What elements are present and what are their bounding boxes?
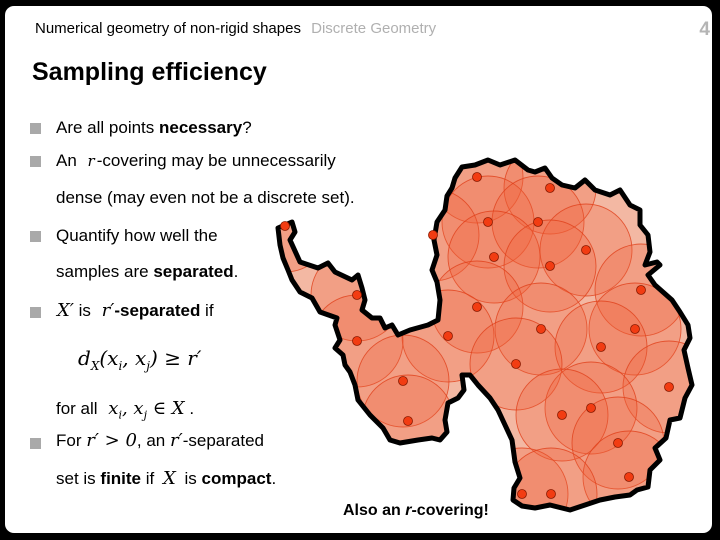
for-all-line: for all xi, xj ∈ X .	[56, 398, 194, 421]
bullet-4: X′ is r′-separated if	[57, 300, 214, 321]
sample-point	[536, 324, 546, 334]
slide-header: Numerical geometry of non-rigid shapes D…	[35, 20, 436, 37]
sample-point	[443, 331, 453, 341]
sample-point	[630, 324, 640, 334]
bullet-marker	[30, 156, 41, 167]
for-all-label: for all	[56, 399, 103, 418]
bullet-text: For	[56, 431, 87, 450]
bullet-text: -separated	[182, 431, 264, 450]
bullet-marker	[30, 307, 41, 318]
sample-point	[472, 302, 482, 312]
sample-point	[664, 382, 674, 392]
bullet-2: An r -covering may be unnecessarily	[56, 151, 336, 171]
bullet-marker	[30, 123, 41, 134]
eq-d: d	[78, 346, 91, 370]
section-title: Discrete Geometry	[311, 20, 437, 37]
bullet-marker	[30, 231, 41, 242]
sample-point	[545, 183, 555, 193]
bullet-bold: separated	[153, 262, 234, 281]
math-r: r	[87, 152, 95, 170]
sample-point	[557, 410, 567, 420]
bullet-text: An	[56, 151, 82, 170]
bullet-text: -covering may be unnecessarily	[96, 151, 336, 170]
sample-point	[624, 472, 634, 482]
bullet-2-line-2: dense (may even not be a discrete set).	[56, 188, 355, 207]
sample-point	[586, 403, 596, 413]
bullet-text: if	[200, 301, 214, 320]
bullet-5: For r′ > 0, an r′-separated	[56, 430, 264, 451]
math-x: X	[162, 468, 176, 489]
math-r-prime: r′	[170, 430, 183, 451]
slide-title: Sampling efficiency	[32, 58, 267, 86]
math-part: .	[184, 399, 195, 418]
sample-point	[517, 489, 527, 499]
bullet-bold: -separated	[114, 301, 201, 320]
sample-point	[545, 261, 555, 271]
sample-point	[352, 336, 362, 346]
caption-text: -covering!	[411, 502, 489, 519]
sample-point	[581, 245, 591, 255]
bullet-bold: finite	[100, 469, 142, 488]
bullet-1: Are all points necessary?	[56, 118, 252, 138]
sample-point	[511, 359, 521, 369]
sample-point	[352, 290, 362, 300]
course-title: Numerical geometry of non-rigid shapes	[35, 20, 301, 37]
math-part: ∈ X	[147, 398, 185, 419]
bullet-text: is	[179, 469, 202, 488]
sample-point	[280, 221, 290, 231]
eq-part: ) ≥ r′	[150, 346, 202, 370]
bullet-bold: necessary	[159, 118, 243, 137]
bullet-text: if	[141, 469, 159, 488]
math-x: x	[108, 398, 119, 419]
sample-point	[546, 489, 556, 499]
caption-text: Also an	[343, 502, 406, 519]
bullet-text: , an	[136, 431, 170, 450]
math-r-prime-gt-0: r′ > 0	[86, 430, 137, 451]
sample-point	[428, 230, 438, 240]
math-x-prime: X′	[57, 300, 74, 321]
bullet-text: samples are	[56, 262, 154, 281]
sample-point	[398, 376, 408, 386]
bullet-text: .	[233, 262, 239, 281]
sample-point	[596, 342, 606, 352]
math-part: , x	[121, 398, 144, 419]
sample-point	[489, 252, 499, 262]
eq-part: (x	[99, 346, 119, 370]
sample-point	[472, 172, 482, 182]
bullet-text: ?	[242, 118, 252, 137]
sample-point	[613, 438, 623, 448]
bullet-3: Quantify how well the	[56, 226, 218, 245]
sample-point	[403, 416, 413, 426]
bullet-text: is	[73, 301, 96, 320]
bullet-3-line-2: samples are separated.	[56, 262, 238, 282]
bullet-text: Are all points	[56, 118, 159, 137]
bullet-bold: compact	[201, 469, 272, 488]
figure-caption: Also an r-covering!	[343, 502, 489, 520]
sample-point	[636, 285, 646, 295]
bullet-5-line-2: set is finite if X is compact.	[56, 468, 276, 489]
bullet-marker	[30, 438, 41, 449]
sample-point	[483, 217, 493, 227]
bullet-text: .	[271, 469, 277, 488]
page-number: 4	[699, 19, 710, 40]
eq-part: , x	[122, 346, 147, 370]
sample-point	[533, 217, 543, 227]
bullet-text: set is	[56, 469, 101, 488]
slide: Numerical geometry of non-rigid shapes D…	[5, 6, 712, 533]
math-r-prime: r′	[101, 300, 115, 321]
separation-equation: dX(xi, xj) ≥ r′	[78, 346, 201, 373]
